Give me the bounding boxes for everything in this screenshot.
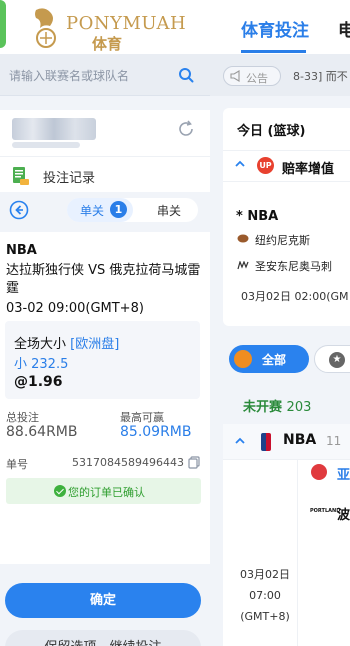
receipt-icon [13, 167, 29, 185]
boost-time: 03月02日 02:00(GM [241, 290, 349, 303]
ticket-market: 全场大小 [欧洲盘] [14, 333, 119, 352]
order-confirmed-banner: 您的订单已确认 [6, 478, 201, 504]
portland-logo-icon: PORTLAND [310, 508, 341, 514]
bet-slip-panel: 请输入联赛名或球队名 投注记录 单关 1 串关 NBA 达拉斯独行侠 VS 俄克… [0, 54, 210, 646]
ticket-time: 03-02 09:00(GMT+8) [6, 301, 144, 316]
tab-parlay[interactable]: 串关 [157, 202, 181, 219]
order-number-label: 单号 [6, 458, 28, 471]
nba-league-block: NBA 11 03月02日 07:00 (GMT+8) 亚 PORTLAND 波 [223, 424, 350, 646]
tab-single-bet[interactable]: 单关 1 [67, 198, 133, 222]
market-tag: [欧洲盘] [70, 337, 120, 352]
league-name: NBA [283, 432, 317, 448]
brand-name: PONYMUAH [66, 13, 187, 34]
copy-icon[interactable] [188, 456, 200, 469]
sports-list-panel: 公告 8-33] 而不 今日 (篮球) UP 赔率增值 * NBA 纽约尼克斯 … [210, 54, 350, 646]
bet-type-toggle: 单关 1 串关 [67, 198, 198, 222]
stake-label: 总投注 [6, 411, 39, 424]
nav-tab-sports-betting[interactable]: 体育投注 [241, 16, 309, 41]
match-clock: 07:00 [249, 589, 281, 602]
grid-icon [234, 350, 252, 368]
filter-all-button[interactable]: 全部 [229, 345, 309, 373]
search-icon[interactable] [178, 67, 194, 83]
odds-boost-badge: UP [257, 157, 274, 174]
check-circle-icon [54, 485, 66, 497]
ticket-league: NBA [6, 243, 37, 258]
upcoming-label: 未开赛 [243, 400, 283, 415]
announcement-bar: 公告 8-33] 而不 [210, 54, 350, 96]
side-drawer-tab[interactable] [0, 0, 6, 48]
today-title: 今日 (篮球) [237, 124, 306, 139]
upcoming-count: 203 [286, 400, 312, 415]
search-input[interactable]: 请输入联赛名或球队名 [9, 67, 129, 84]
order-confirmed-text: 您的订单已确认 [68, 486, 145, 499]
filter-favorites-button[interactable]: ★ [314, 345, 350, 373]
refresh-icon[interactable] [176, 119, 196, 139]
ticket-pick: 小 232.5 [14, 357, 69, 372]
boost-league: * NBA [236, 209, 279, 224]
account-balance-blurred [12, 118, 96, 140]
horse-logo-icon [35, 8, 56, 48]
spurs-logo-icon [237, 261, 249, 270]
hawks-logo-icon [311, 464, 327, 480]
match-team-home[interactable]: 亚 [337, 464, 350, 483]
match-date: 03月02日 [240, 568, 290, 581]
max-win-value: 85.09RMB [120, 424, 192, 440]
search-bar[interactable]: 请输入联赛名或球队名 [0, 54, 210, 96]
market-name: 全场大小 [14, 337, 67, 352]
odds-boost-header[interactable]: UP 赔率增值 [223, 150, 350, 182]
boost-team-home: 纽约尼克斯 [255, 234, 310, 247]
knicks-logo-icon [237, 234, 249, 243]
match-timezone: (GMT+8) [240, 610, 290, 623]
boost-team-away: 圣安东尼奥马刺 [255, 260, 332, 273]
odds-boost-label: 赔率增值 [282, 162, 335, 177]
bet-record-label: 投注记录 [43, 171, 96, 186]
stake-value: 88.64RMB [6, 424, 78, 440]
back-arrow-icon[interactable] [9, 200, 29, 220]
max-win-label: 最高可赢 [120, 411, 164, 424]
nba-logo-icon [261, 433, 271, 451]
match-start-time: 03月02日 07:00 (GMT+8) [235, 564, 295, 627]
filter-all-label: 全部 [262, 353, 287, 367]
betslip-header: 单关 1 串关 [0, 192, 210, 232]
chevron-up-icon[interactable] [235, 159, 245, 169]
bet-ticket: NBA 达拉斯独行侠 VS 俄克拉荷马城雷霆 03-02 09:00(GMT+8… [0, 234, 210, 564]
tab-single-label: 单关 [80, 204, 105, 218]
column-divider [297, 460, 298, 646]
brand-subtitle: 体育 [92, 35, 123, 53]
ticket-selection: 全场大小 [欧洲盘] 小 232.5 @1.96 [5, 321, 200, 399]
confirm-button[interactable]: 确定 [5, 583, 201, 618]
top-header: PONYMUAH 体育 体育投注 电 [0, 0, 350, 54]
announcement-label: 公告 [246, 72, 268, 85]
announcement-button[interactable]: 公告 [223, 66, 281, 86]
megaphone-icon [230, 70, 240, 82]
active-tab-indicator [241, 50, 306, 53]
keep-selection-button[interactable]: 保留选项，继续投注 [5, 630, 201, 646]
account-name-blurred [12, 142, 80, 148]
order-number-value: 5317084589496443 [72, 456, 184, 469]
league-match-count: 11 [326, 434, 342, 448]
upcoming-section-title: 未开赛 203 [243, 396, 311, 415]
star-icon: ★ [329, 352, 345, 368]
brand-logo[interactable]: PONYMUAH 体育 [30, 6, 186, 53]
bet-record-link[interactable]: 投注记录 [0, 156, 210, 192]
ticket-match: 达拉斯独行侠 VS 俄克拉荷马城雷霆 [6, 263, 201, 296]
announcement-text: 8-33] 而不 [293, 70, 348, 83]
chevron-up-icon[interactable] [235, 436, 245, 446]
match-team-away[interactable]: 波 [337, 504, 350, 523]
single-count-badge: 1 [110, 201, 127, 218]
nav-tab-next[interactable]: 电 [338, 16, 350, 41]
nba-league-header[interactable]: NBA 11 [223, 424, 350, 460]
today-basketball-card: 今日 (篮球) UP 赔率增值 * NBA 纽约尼克斯 圣安东尼奥马刺 03月0… [223, 108, 350, 326]
ticket-odds: @1.96 [14, 374, 63, 390]
